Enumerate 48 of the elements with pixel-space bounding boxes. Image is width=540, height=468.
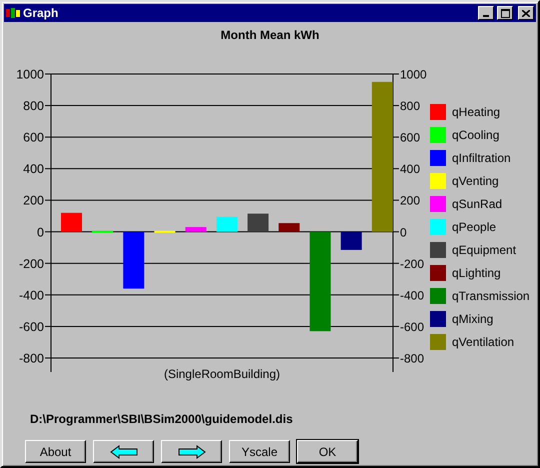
tick-label: 0 — [37, 225, 44, 240]
dialog-button[interactable]: OK — [297, 440, 358, 463]
legend-label: qTransmission — [452, 289, 530, 303]
legend-label: qSunRad — [452, 197, 502, 211]
app-icon — [6, 7, 20, 19]
tick-label: 800 — [23, 99, 44, 114]
tick-label: 600 — [23, 130, 44, 145]
tick-label: 200 — [23, 194, 44, 208]
legend-label: qEquipment — [452, 243, 516, 257]
legend-label: qCooling — [452, 128, 500, 142]
dialog-button[interactable]: About — [25, 440, 86, 463]
tick-label: -400 — [18, 288, 44, 302]
dialog-button[interactable]: Yscale — [229, 440, 290, 463]
close-button[interactable] — [518, 6, 534, 20]
tick-label: -400 — [400, 288, 424, 302]
tick-label: 1000 — [16, 68, 44, 82]
tick-label: 0 — [400, 225, 407, 240]
minimize-button[interactable] — [478, 6, 494, 20]
tick-label: -800 — [400, 352, 424, 366]
previous-button[interactable] — [93, 440, 154, 463]
maximize-icon — [500, 8, 510, 18]
tick-label: 600 — [400, 130, 420, 145]
tick-label: 1000 — [400, 68, 427, 82]
tick-label: 400 — [400, 162, 420, 176]
tick-label: -200 — [18, 256, 44, 271]
axis-label: (SingleRoomBuilding) — [164, 367, 280, 381]
window-title: Graph — [23, 6, 60, 20]
legend-label: qHeating — [452, 105, 500, 119]
legend-label: qVentilation — [452, 335, 514, 349]
right-arrow-icon — [178, 444, 206, 458]
next-button[interactable] — [161, 440, 222, 463]
legend-label: qInfiltration — [452, 151, 511, 165]
legend-label: qPeople — [452, 220, 496, 234]
maximize-button[interactable] — [497, 6, 513, 20]
tick-label: -600 — [400, 320, 424, 334]
left-arrow-icon — [110, 444, 138, 458]
close-icon — [522, 10, 530, 16]
legend-label: qLighting — [452, 266, 501, 280]
file-path: D:\Programmer\SBI\BSim2000\guidemodel.dis — [30, 412, 293, 426]
tick-label: 400 — [23, 162, 44, 176]
legend-label: qVenting — [452, 174, 499, 188]
tick-label: 800 — [400, 99, 420, 114]
tick-label: -800 — [18, 352, 44, 366]
chart-title: Month Mean kWh — [220, 28, 320, 44]
legend-label: qMixing — [452, 312, 494, 326]
tick-label: -200 — [400, 256, 424, 271]
tick-label: -600 — [18, 320, 44, 334]
tick-label: 200 — [400, 194, 420, 208]
